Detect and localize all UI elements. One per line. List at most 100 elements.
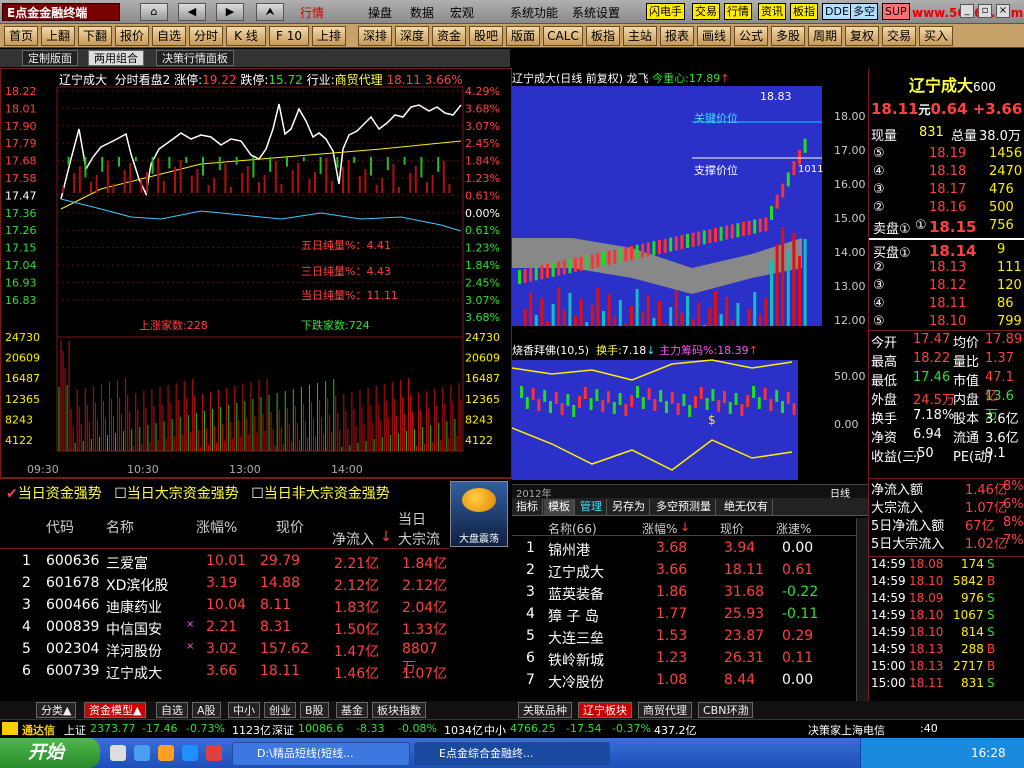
task-folder[interactable]: D:\精品短线(短线... [232, 742, 410, 766]
menu-system-settings[interactable]: 系统设置 [572, 4, 620, 21]
toolbar-btn-1[interactable]: 上翻 [41, 26, 75, 46]
bottom-tab-3[interactable]: A股 [192, 702, 221, 718]
flash-trade-button[interactable]: 闪电手 [646, 3, 685, 20]
ask-price[interactable]: 18.18 [929, 164, 966, 179]
col-netflow[interactable]: 净流入 [332, 529, 374, 549]
fund-table-row[interactable]: 4 000839 中信国安 2.21 8.31 1.50亿 1.33亿 × [0, 617, 450, 639]
bid-price[interactable]: 18.10 [929, 314, 966, 329]
bid-price[interactable]: 18.14 [929, 242, 976, 260]
sector-tab-1[interactable]: 模板 [544, 499, 575, 515]
sector-row[interactable]: 4 獐 子 岛 1.77 25.93 -0.11 [512, 604, 856, 626]
sector-row[interactable]: 1 锦州港 3.68 3.94 0.00 [512, 538, 856, 560]
sector-row[interactable]: 3 蓝英装备 1.86 31.68 -0.22 [512, 582, 856, 604]
sector-row[interactable]: 7 大冷股份 1.08 8.44 0.00 [512, 670, 856, 692]
filter-block-strong[interactable]: 当日大宗资金强势 [127, 486, 239, 502]
tab-dual-combo[interactable]: 两用组合 [88, 50, 144, 66]
app-quick-icon[interactable] [206, 745, 222, 761]
bottom-tab-1[interactable]: 资金模型▲ [84, 702, 147, 718]
toolbar-btn-15[interactable]: 板指 [586, 26, 620, 46]
bottom-tab-0[interactable]: 分类▲ [36, 702, 77, 718]
sector-row[interactable]: 6 铁岭新城 1.23 26.31 0.11 [512, 648, 856, 670]
toolbar-btn-9[interactable]: 深排 [358, 26, 392, 46]
bottom-tab-6[interactable]: B股 [300, 702, 329, 718]
toolbar-btn-23[interactable]: 交易 [882, 26, 916, 46]
dde-button[interactable]: DDE [822, 3, 852, 20]
toolbar-btn-3[interactable]: 报价 [115, 26, 149, 46]
sector-tab-0[interactable]: 指标 [512, 499, 543, 515]
col-code[interactable]: 代码 [46, 517, 74, 537]
filter-nonblock-strong[interactable]: 当日非大宗资金强势 [264, 486, 390, 502]
toolbar-btn-7[interactable]: F 10 [269, 26, 309, 46]
toolbar-btn-6[interactable]: K 线 [226, 26, 266, 46]
bid-price[interactable]: 18.12 [929, 278, 966, 293]
toolbar-btn-10[interactable]: 深度 [395, 26, 429, 46]
menu-shuju[interactable]: 数据 [410, 4, 434, 21]
fund-table-row[interactable]: 6 600739 辽宁成大 3.66 18.11 1.46亿 1.07亿 [0, 661, 450, 683]
menu-hangqing[interactable]: 行情 [300, 4, 324, 21]
toolbar-btn-22[interactable]: 复权 [845, 26, 879, 46]
tab-decision-panel[interactable]: 决策行情面板 [156, 50, 234, 66]
menu-caopan[interactable]: 操盘 [368, 4, 392, 21]
media-icon[interactable] [158, 745, 174, 761]
toolbar-btn-11[interactable]: 资金 [432, 26, 466, 46]
back-icon[interactable]: ◀ [178, 3, 206, 21]
home-icon[interactable]: ⌂ [140, 3, 168, 21]
minimize-icon[interactable]: _ [960, 4, 974, 18]
ie-icon[interactable] [110, 745, 126, 761]
toolbar-btn-2[interactable]: 下翻 [78, 26, 112, 46]
fund-table-row[interactable]: 1 600636 三爱富 10.01 29.79 2.21亿 1.84亿 [0, 551, 450, 573]
sector-bottom-tab-3[interactable]: CBN环渤 [698, 702, 754, 718]
index-button[interactable]: 板指 [790, 3, 818, 20]
fund-table-row[interactable]: 3 600466 迪康药业 10.04 8.11 1.83亿 2.04亿 [0, 595, 450, 617]
ask-price[interactable]: 18.19 [929, 146, 966, 161]
tab-custom-layout[interactable]: 定制版面 [22, 50, 78, 66]
toolbar-btn-0[interactable]: 首页 [4, 26, 38, 46]
weather-widget[interactable]: 大盘震荡 [450, 481, 508, 547]
bid-price[interactable]: 18.11 [929, 296, 966, 311]
quote-button[interactable]: 行情 [724, 3, 752, 20]
toolbar-btn-20[interactable]: 多股 [771, 26, 805, 46]
fund-table-row[interactable]: 5 002304 洋河股份 3.02 157.62 1.47亿 8807万 × [0, 639, 450, 676]
desktop-icon[interactable] [182, 745, 198, 761]
toolbar-btn-5[interactable]: 分时 [189, 26, 223, 46]
task-terminal[interactable]: E点金综合金融终... [414, 742, 610, 766]
forward-icon[interactable]: ▶ [216, 3, 244, 21]
bottom-tab-2[interactable]: 自选 [156, 702, 188, 718]
sector-scrollbar[interactable] [856, 518, 868, 702]
bid-price[interactable]: 18.13 [929, 260, 966, 275]
sup-button[interactable]: SUP [882, 3, 910, 20]
sector-bottom-tab-0[interactable]: 关联品种 [518, 702, 572, 718]
col-pct[interactable]: 涨幅% [196, 517, 237, 537]
fund-table-row[interactable]: 2 601678 XD滨化股 3.19 14.88 2.12亿 2.12亿 [0, 573, 450, 595]
close-icon[interactable]: × [996, 4, 1010, 18]
toolbar-btn-24[interactable]: 买入 [919, 26, 953, 46]
toolbar-btn-8[interactable]: 上排 [312, 26, 346, 46]
bottom-tab-8[interactable]: 板块指数 [372, 702, 426, 718]
toolbar-btn-19[interactable]: 公式 [734, 26, 768, 46]
ask-price[interactable]: 18.15 [929, 218, 976, 236]
kline-chart[interactable]: 18.00 17.00 16.00 15.00 14.00 13.00 12.00 50.00… [512, 68, 868, 498]
sector-tab-2[interactable]: 管理 [576, 499, 607, 515]
sector-tab-3[interactable]: 另存为 [608, 499, 650, 515]
browser-icon[interactable] [134, 745, 150, 761]
toolbar-btn-17[interactable]: 报表 [660, 26, 694, 46]
start-button[interactable]: 开始 [0, 738, 100, 768]
bottom-tab-5[interactable]: 创业 [264, 702, 296, 718]
sector-col-speed[interactable]: 涨速% [776, 520, 811, 537]
toolbar-btn-16[interactable]: 主站 [623, 26, 657, 46]
sector-col-pct[interactable]: 涨幅% [642, 520, 677, 537]
sector-row[interactable]: 2 辽宁成大 3.66 18.11 0.61 [512, 560, 856, 582]
intraday-chart[interactable]: 18.22 18.01 17.90 17.79 17.68 17.58 17.47 17.36… [1, 69, 511, 477]
col-price[interactable]: 现价 [276, 517, 304, 537]
sector-col-price[interactable]: 现价 [720, 520, 744, 537]
trade-button[interactable]: 交易 [692, 3, 720, 20]
menu-system-func[interactable]: 系统功能 [510, 4, 558, 21]
sector-bottom-tab-1[interactable]: 辽宁板块 [578, 702, 632, 718]
col-name[interactable]: 名称 [106, 517, 134, 537]
collapse-icon[interactable]: ⮝ [256, 3, 284, 21]
toolbar-btn-12[interactable]: 股吧 [469, 26, 503, 46]
bottom-tab-7[interactable]: 基金 [336, 702, 368, 718]
sector-row[interactable]: 5 大连三垒 1.53 23.87 0.29 [512, 626, 856, 648]
toolbar-btn-13[interactable]: 版面 [506, 26, 540, 46]
sector-tab-5[interactable]: 绝无仅有 [720, 499, 773, 515]
